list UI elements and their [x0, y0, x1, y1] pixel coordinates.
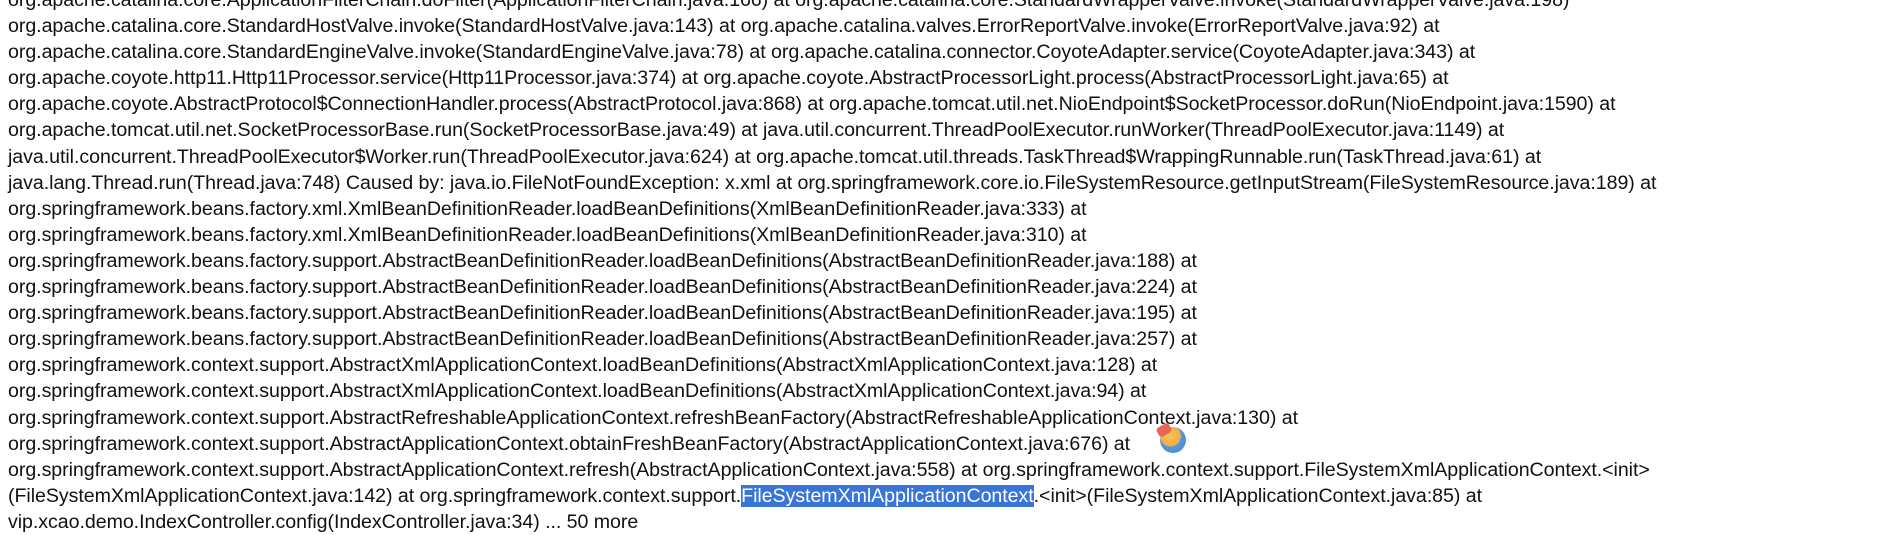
- stack-trace-text: org.apache.catalina.core.ApplicationFilt…: [8, 0, 1888, 535]
- text-before-selection: (FileSystemXmlApplicationContext.java:14…: [8, 484, 742, 507]
- stack-trace-line: org.apache.catalina.core.StandardHostVal…: [8, 15, 1440, 38]
- stack-trace-last-line: vip.xcao.demo.IndexController.config(Ind…: [8, 510, 639, 533]
- stack-trace-line: org.apache.coyote.http11.Http11Processor…: [8, 67, 1449, 90]
- stack-trace-line: org.apache.coyote.AbstractProtocol$Conne…: [8, 93, 1616, 116]
- stack-trace-line: java.lang.Thread.run(Thread.java:748) Ca…: [8, 171, 1657, 194]
- text-after-selection: .<init>(FileSystemXmlApplicationContext.…: [1033, 484, 1482, 507]
- stack-trace-line: org.apache.catalina.core.ApplicationFilt…: [8, 0, 1570, 11]
- stack-trace-line: org.springframework.context.support.Abst…: [8, 458, 1650, 481]
- stack-trace-line: org.springframework.context.support.Abst…: [8, 354, 1158, 377]
- selected-text[interactable]: FileSystemXmlApplicationContext: [741, 484, 1034, 507]
- stack-trace-line: org.springframework.beans.factory.suppor…: [8, 249, 1197, 272]
- stack-trace-line: org.springframework.beans.factory.xml.Xm…: [8, 197, 1087, 220]
- screenshot-tool-cursor-icon: [1160, 427, 1186, 453]
- stack-trace-line: org.springframework.beans.factory.suppor…: [8, 302, 1197, 325]
- stack-trace-line: org.springframework.context.support.Abst…: [8, 432, 1131, 455]
- stack-trace-line: org.apache.catalina.core.StandardEngineV…: [8, 41, 1476, 64]
- stack-trace-line: org.springframework.beans.factory.suppor…: [8, 328, 1197, 351]
- stack-trace-line: org.apache.tomcat.util.net.SocketProcess…: [8, 119, 1505, 142]
- stack-trace-line: org.springframework.context.support.Abst…: [8, 380, 1147, 403]
- stack-trace-line: org.springframework.context.support.Abst…: [8, 406, 1298, 429]
- stack-trace-line: java.util.concurrent.ThreadPoolExecutor$…: [8, 145, 1542, 168]
- stack-trace-line: org.springframework.beans.factory.suppor…: [8, 276, 1197, 299]
- stack-trace-line: org.springframework.beans.factory.xml.Xm…: [8, 223, 1087, 246]
- stack-trace-line-with-selection: (FileSystemXmlApplicationContext.java:14…: [8, 483, 1888, 509]
